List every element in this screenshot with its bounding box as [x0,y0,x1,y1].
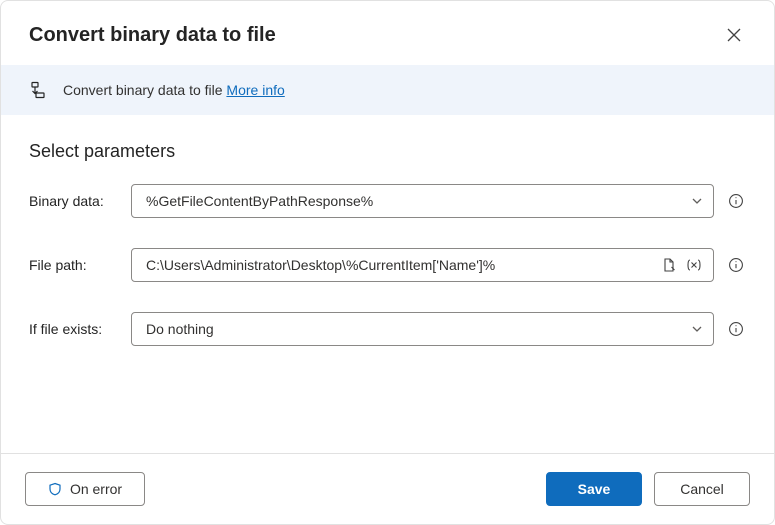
convert-icon [29,81,47,99]
file-path-label: File path: [29,257,119,273]
info-bar: Convert binary data to file More info [1,65,774,115]
close-icon [727,28,741,42]
titlebar: Convert binary data to file [1,1,774,65]
info-text: Convert binary data to file More info [63,82,285,98]
close-button[interactable] [718,19,750,51]
dialog: Convert binary data to file Convert bina… [0,0,775,525]
footer: On error Save Cancel [1,453,774,524]
content: Select parameters Binary data: File path… [1,115,774,453]
binary-data-input[interactable] [144,192,691,210]
if-exists-value[interactable] [144,320,691,338]
save-button[interactable]: Save [546,472,642,506]
more-info-link[interactable]: More info [226,82,284,98]
file-path-control[interactable] [131,248,714,282]
if-exists-label: If file exists: [29,321,119,337]
variable-icon[interactable] [685,257,703,273]
info-desc: Convert binary data to file [63,82,223,98]
on-error-label: On error [70,481,122,497]
info-icon[interactable] [726,191,746,211]
on-error-button[interactable]: On error [25,472,145,506]
chevron-down-icon [691,195,703,207]
if-exists-dropdown[interactable] [131,312,714,346]
dialog-title: Convert binary data to file [29,24,276,47]
info-icon[interactable] [726,255,746,275]
chevron-down-icon [691,323,703,335]
binary-data-label: Binary data: [29,193,119,209]
field-binary-data: Binary data: [29,184,746,218]
file-picker-icon[interactable] [661,257,677,273]
binary-data-dropdown[interactable] [131,184,714,218]
field-file-path: File path: [29,248,746,282]
section-heading: Select parameters [29,141,746,162]
info-icon[interactable] [726,319,746,339]
field-if-exists: If file exists: [29,312,746,346]
shield-icon [48,482,62,496]
file-path-input[interactable] [144,256,657,274]
cancel-button[interactable]: Cancel [654,472,750,506]
